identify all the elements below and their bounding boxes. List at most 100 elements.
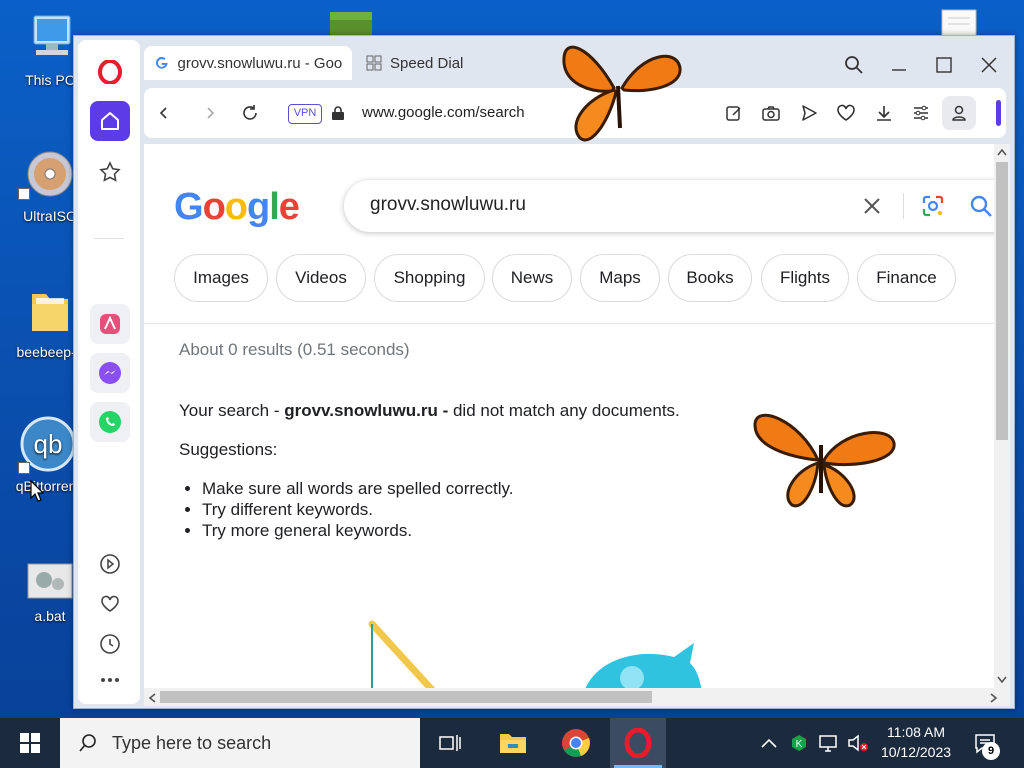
butterfly-sprite — [753, 413, 896, 508]
task-view-button[interactable] — [422, 718, 478, 768]
chip-books[interactable]: Books — [668, 254, 752, 302]
opera-sidebar — [78, 40, 140, 704]
vertical-scrollbar[interactable] — [994, 144, 1010, 688]
chip-finance[interactable]: Finance — [857, 254, 956, 302]
chip-label: Shopping — [393, 268, 466, 287]
chrome-button[interactable] — [548, 718, 604, 768]
chip-videos[interactable]: Videos — [276, 254, 366, 302]
opera-logo-icon — [624, 728, 652, 758]
close-icon — [981, 57, 997, 73]
fishing-illustration — [368, 620, 702, 688]
notification-count-badge: 9 — [982, 742, 1000, 760]
tab-speed-dial[interactable]: Speed Dial — [356, 46, 473, 80]
home-button[interactable] — [90, 101, 130, 141]
file-explorer-button[interactable] — [485, 718, 541, 768]
chip-flights[interactable]: Flights — [761, 254, 849, 302]
lock-icon[interactable] — [331, 105, 345, 121]
taskbar-search-placeholder: Type here to search — [112, 732, 272, 753]
minimize-button[interactable] — [882, 48, 916, 82]
search-icon[interactable] — [969, 194, 993, 218]
chip-shopping[interactable]: Shopping — [374, 254, 485, 302]
chip-label: Maps — [599, 268, 641, 287]
result-stats: About 0 results (0.51 seconds) — [179, 340, 410, 359]
vertical-scroll-thumb[interactable] — [996, 162, 1008, 440]
back-button[interactable] — [152, 101, 176, 125]
my-flow-button[interactable] — [90, 584, 130, 624]
close-button[interactable] — [972, 48, 1006, 82]
chip-label: Finance — [876, 268, 937, 287]
downloads-button[interactable] — [872, 101, 896, 125]
folder-icon — [32, 294, 68, 331]
tab-title: grovv.snowluwu.ru - Goog — [177, 54, 342, 72]
bookmarks-button[interactable] — [90, 152, 130, 192]
kaspersky-tray-button[interactable]: K — [786, 718, 812, 768]
bookmark-page-button[interactable] — [834, 101, 858, 125]
maximize-button[interactable] — [927, 48, 961, 82]
sidebar-more-button[interactable] — [90, 660, 130, 700]
minecraft-icon[interactable] — [326, 8, 376, 36]
action-center-button[interactable]: 9 — [960, 718, 1010, 768]
user-icon — [952, 105, 966, 121]
whatsapp-button[interactable] — [90, 402, 130, 442]
no-match-message: Your search - grovv.snowluwu.ru - did no… — [179, 401, 680, 421]
clear-search-icon[interactable] — [862, 196, 882, 216]
chevron-up-icon — [761, 738, 777, 748]
scroll-right-icon[interactable] — [990, 693, 998, 703]
snapshot-edit-button[interactable] — [722, 101, 746, 125]
scroll-up-icon[interactable] — [997, 148, 1007, 156]
horizontal-scroll-thumb[interactable] — [160, 691, 652, 703]
snapshot-button[interactable] — [759, 101, 783, 125]
reload-button[interactable] — [238, 101, 262, 125]
aria-icon — [100, 314, 120, 334]
google-lens-icon[interactable] — [921, 194, 945, 218]
star-icon — [99, 161, 121, 182]
send-button[interactable] — [797, 101, 821, 125]
tab-google-search[interactable]: grovv.snowluwu.ru - Goog — [144, 46, 352, 80]
kaspersky-icon: K — [792, 735, 806, 751]
start-button[interactable] — [2, 718, 58, 768]
aria-ai-button[interactable] — [90, 304, 130, 344]
show-hidden-icons-button[interactable] — [754, 718, 784, 768]
opera-taskbar-button[interactable] — [610, 718, 666, 768]
volume-tray-button[interactable] — [844, 718, 872, 768]
tab-search-button[interactable] — [837, 48, 871, 82]
more-dots-icon — [101, 678, 119, 682]
computer-icon — [33, 15, 71, 55]
tab-title: Speed Dial — [390, 54, 464, 72]
scroll-left-icon[interactable] — [148, 693, 156, 703]
play-circle-icon — [100, 554, 120, 574]
horizontal-scrollbar[interactable] — [144, 688, 1010, 706]
no-match-dash: - — [437, 401, 453, 420]
messenger-button[interactable] — [90, 353, 130, 393]
vpn-badge[interactable]: VPN — [288, 104, 322, 124]
address-bar-accent — [996, 100, 1001, 126]
chip-images[interactable]: Images — [174, 254, 268, 302]
forward-button[interactable] — [198, 101, 222, 125]
mouse-cursor-icon — [30, 480, 44, 502]
reload-icon — [243, 105, 257, 120]
url-field[interactable]: www.google.com/search — [362, 104, 525, 121]
chip-news[interactable]: News — [492, 254, 572, 302]
windows-logo-icon — [20, 733, 40, 753]
scroll-down-icon[interactable] — [997, 676, 1007, 684]
chip-maps[interactable]: Maps — [580, 254, 660, 302]
opera-menu-button[interactable] — [90, 52, 130, 92]
history-button[interactable] — [90, 624, 130, 664]
suggestions-heading: Suggestions: — [179, 440, 278, 459]
chrome-icon — [562, 729, 590, 757]
player-button[interactable] — [90, 544, 130, 584]
shortcut-arrow-icon — [18, 462, 30, 474]
no-match-prefix: Your search - — [179, 401, 285, 420]
system-clock[interactable]: 11:08 AM 10/12/2023 — [876, 722, 956, 762]
network-tray-button[interactable] — [814, 718, 842, 768]
whatsapp-icon — [99, 411, 121, 433]
download-icon — [877, 106, 891, 121]
google-logo[interactable]: Google — [174, 186, 300, 229]
search-query[interactable]: grovv.snowluwu.ru — [370, 194, 526, 216]
document-icon[interactable] — [940, 8, 980, 36]
profile-button[interactable] — [942, 96, 976, 130]
speed-dial-icon — [366, 55, 382, 71]
google-search-box[interactable]: grovv.snowluwu.ru — [344, 180, 994, 232]
easy-setup-button[interactable] — [909, 101, 933, 125]
taskbar-search-box[interactable]: Type here to search — [60, 718, 420, 768]
